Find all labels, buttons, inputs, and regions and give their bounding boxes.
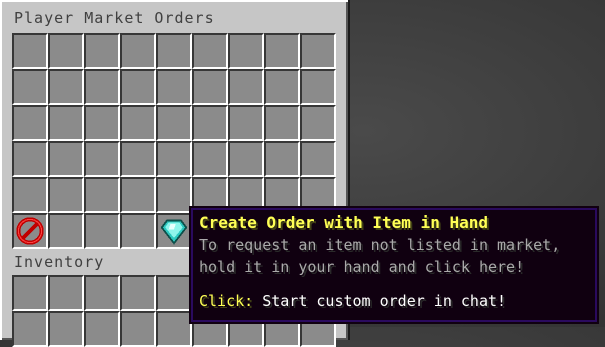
inventory-slot[interactable] [48,275,84,311]
market-slot[interactable] [300,105,336,141]
market-slot[interactable] [300,33,336,69]
tooltip-click-value: Start custom order in chat! [253,292,507,310]
market-slot[interactable] [192,33,228,69]
market-slot[interactable] [264,33,300,69]
tooltip-click-key: Click: [199,292,254,310]
barrier-icon [16,217,44,245]
barrier-slot[interactable] [12,213,48,249]
market-slot[interactable] [12,141,48,177]
market-slot[interactable] [264,69,300,105]
diamond-icon [160,219,188,245]
market-slot[interactable] [12,33,48,69]
market-slot[interactable] [48,105,84,141]
inventory-label: Inventory [14,253,105,271]
create-order-slot[interactable] [156,213,192,249]
market-slot[interactable] [120,213,156,249]
inventory-slot[interactable] [120,275,156,311]
market-slot[interactable] [84,33,120,69]
market-slot[interactable] [120,69,156,105]
market-slot[interactable] [192,141,228,177]
market-slot[interactable] [156,141,192,177]
market-slot[interactable] [12,69,48,105]
market-slot[interactable] [300,141,336,177]
market-slot[interactable] [48,69,84,105]
market-slot[interactable] [264,105,300,141]
inventory-slot[interactable] [120,311,156,347]
market-slot[interactable] [48,213,84,249]
market-slot[interactable] [228,33,264,69]
inventory-slot[interactable] [156,275,192,311]
inventory-slot[interactable] [84,275,120,311]
market-slot[interactable] [192,105,228,141]
market-slot[interactable] [84,141,120,177]
market-slot[interactable] [84,213,120,249]
market-slot[interactable] [84,105,120,141]
inventory-slot[interactable] [48,311,84,347]
market-slot[interactable] [120,33,156,69]
market-slot[interactable] [156,177,192,213]
inventory-slot[interactable] [12,275,48,311]
market-slot[interactable] [12,105,48,141]
market-slot[interactable] [12,177,48,213]
market-slot[interactable] [156,69,192,105]
item-tooltip: Create Order with Item in Hand To reques… [189,206,599,324]
market-slot[interactable] [120,141,156,177]
tooltip-line: hold it in your hand and click here! [199,258,525,276]
tooltip-title: Create Order with Item in Hand [199,213,488,232]
market-slot[interactable] [120,177,156,213]
market-slot[interactable] [48,33,84,69]
market-slot[interactable] [228,141,264,177]
inventory-slot[interactable] [156,311,192,347]
tooltip-line: To request an item not listed in market, [199,236,561,254]
window-title: Player Market Orders [14,9,215,27]
market-slot[interactable] [192,69,228,105]
market-slot[interactable] [228,69,264,105]
market-slot[interactable] [300,69,336,105]
market-slot[interactable] [48,177,84,213]
market-slot[interactable] [84,69,120,105]
market-slot[interactable] [48,141,84,177]
inventory-slot[interactable] [84,311,120,347]
market-slot[interactable] [264,141,300,177]
market-slot[interactable] [84,177,120,213]
inventory-slot[interactable] [12,311,48,347]
market-slot[interactable] [228,105,264,141]
market-slot[interactable] [120,105,156,141]
market-slot[interactable] [156,105,192,141]
market-slot[interactable] [156,33,192,69]
tooltip-click-hint: Click: Start custom order in chat! [199,290,589,312]
